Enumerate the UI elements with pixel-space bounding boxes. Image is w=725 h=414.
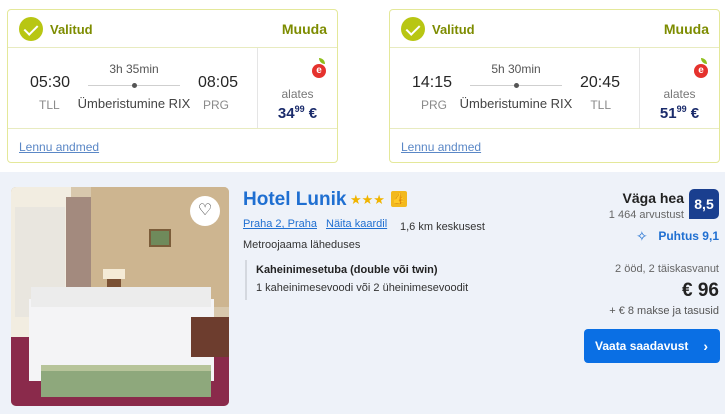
- flight-price: 5199 €: [640, 104, 719, 122]
- total-price: € 96: [682, 280, 719, 301]
- selected-label: Valitud: [432, 22, 475, 37]
- departure-time: 14:15: [412, 74, 453, 91]
- price-cents: 99: [294, 104, 305, 114]
- price-prefix: alates: [663, 87, 696, 101]
- times-section: 14:15 5h 30min 20:45 PRG Ümberistumine R…: [390, 48, 642, 128]
- flight-card-return: Valitud Muuda 14:15 5h 30min 20:45 PRG Ü…: [389, 9, 720, 163]
- flight-details-link[interactable]: Lennu andmed: [19, 140, 99, 154]
- chevron-right-icon: ›: [703, 338, 708, 354]
- selected-label: Valitud: [50, 22, 93, 37]
- hotel-name[interactable]: Hotel Lunik: [243, 189, 346, 211]
- flight-times: 05:30 3h 35min 08:05 TLL Ümberistumine R…: [8, 48, 337, 128]
- arrival-time: 08:05: [197, 74, 238, 91]
- change-button[interactable]: Muuda: [282, 21, 327, 37]
- check-icon: [401, 17, 425, 41]
- price-currency: €: [308, 105, 318, 122]
- airline-logo-icon: e: [312, 64, 326, 78]
- stay-summary: 2 ööd, 2 täiskasvanut: [615, 263, 719, 275]
- hotel-feature: Metroojaama läheduses: [243, 239, 361, 251]
- arrival-airport: PRG: [202, 98, 229, 112]
- taxes-and-fees: + € 8 makse ja tasusid: [609, 305, 719, 317]
- star-rating-icon: ★★★: [350, 192, 385, 207]
- arrival-time: 20:45: [579, 74, 620, 91]
- hotel-photo[interactable]: ♡: [11, 187, 229, 406]
- flight-price: 3499 €: [258, 104, 337, 122]
- flight-card-footer: Lennu andmed: [390, 128, 719, 162]
- show-map-link[interactable]: Näita kaardil: [326, 218, 387, 230]
- stop-dot-icon: [132, 83, 137, 88]
- flight-card-outbound: Valitud Muuda 05:30 3h 35min 08:05 TLL Ü…: [7, 9, 338, 163]
- flight-card-header: Valitud Muuda: [8, 10, 337, 48]
- room-description: 1 kaheinimesevoodi või 2 üheinimesevoodi…: [256, 282, 469, 294]
- flight-card-header: Valitud Muuda: [390, 10, 719, 48]
- hotel-location-link[interactable]: Praha 2, Praha: [243, 218, 317, 230]
- thumbs-up-icon: 👍: [391, 191, 407, 207]
- airline-logo-icon: e: [694, 64, 708, 78]
- flight-details-link[interactable]: Lennu andmed: [401, 140, 481, 154]
- flight-card-footer: Lennu andmed: [8, 128, 337, 162]
- review-count: 1 464 arvustust: [608, 209, 684, 221]
- rating-score-badge: 8,5: [689, 189, 719, 219]
- cleanliness-score: Puhtus 9,1: [658, 229, 719, 243]
- sparkle-clean-icon: ✧: [636, 228, 648, 244]
- rating-label: Väga hea: [622, 190, 684, 206]
- price-prefix: alates: [281, 87, 314, 101]
- flight-times: 14:15 5h 30min 20:45 PRG Ümberistumine R…: [390, 48, 719, 128]
- flight-price-column: e alates 5199 €: [639, 48, 719, 128]
- distance-from-center: 1,6 km keskusest: [400, 221, 485, 233]
- price-main: 34: [277, 105, 295, 122]
- arrival-airport: TLL: [590, 98, 611, 112]
- price-currency: €: [690, 105, 700, 122]
- times-section: 05:30 3h 35min 08:05 TLL Ümberistumine R…: [8, 48, 260, 128]
- price-cents: 99: [676, 104, 687, 114]
- cta-label: Vaata saadavust: [595, 339, 689, 353]
- room-title: Kaheinimesetuba (double või twin): [256, 264, 438, 276]
- view-availability-button[interactable]: Vaata saadavust ›: [584, 329, 720, 363]
- room-info: Kaheinimesetuba (double või twin) 1 kahe…: [245, 260, 475, 300]
- flight-price-column: e alates 3499 €: [257, 48, 337, 128]
- hotel-card[interactable]: ♡ Hotel Lunik ★★★ 👍 Praha 2, Praha Näita…: [0, 172, 725, 414]
- price-main: 51: [659, 105, 677, 122]
- change-button[interactable]: Muuda: [664, 21, 709, 37]
- favorite-heart-icon[interactable]: ♡: [190, 196, 220, 226]
- stop-dot-icon: [514, 83, 519, 88]
- check-icon: [19, 17, 43, 41]
- departure-time: 05:30: [30, 74, 71, 91]
